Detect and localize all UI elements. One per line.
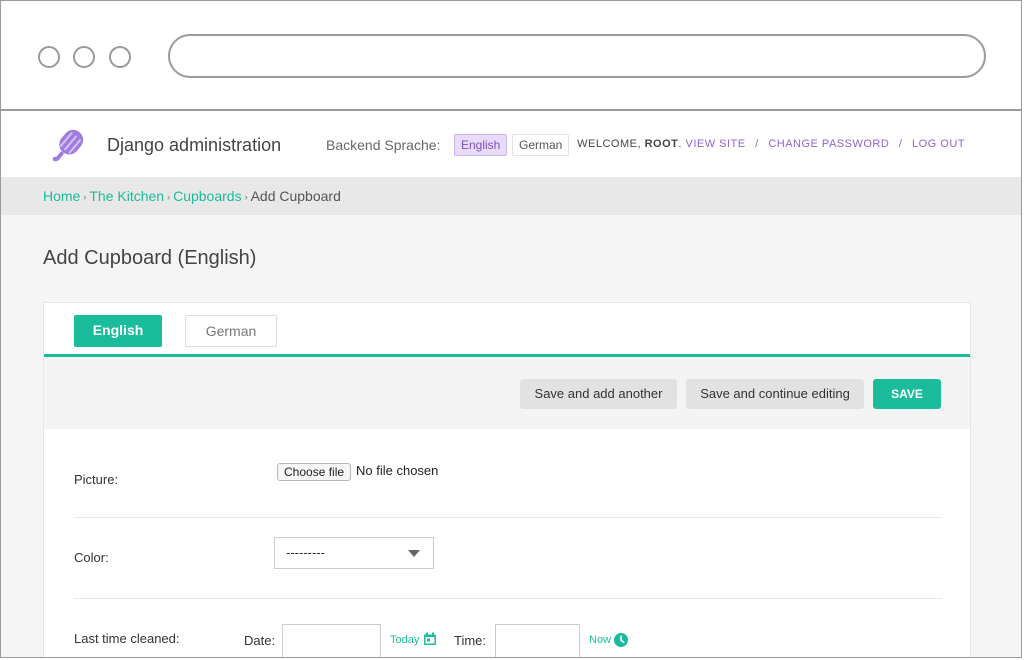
today-link-label: Today (390, 634, 420, 646)
breadcrumb-app[interactable]: The Kitchen (89, 188, 164, 204)
welcome-text: WELCOME, (577, 138, 642, 150)
username: ROOT (644, 138, 679, 150)
breadcrumb-separator-icon: › (167, 192, 171, 202)
popsicle-logo-icon (52, 129, 84, 162)
browser-window: Django administration Backend Sprache: E… (0, 0, 1022, 658)
backend-language-german[interactable]: German (512, 134, 570, 156)
page-title: Add Cupboard (English) (43, 247, 257, 269)
last-cleaned-label: Last time cleaned: (74, 631, 180, 646)
user-tools: WELCOME, ROOT. VIEW SITE / CHANGE PASSWO… (577, 138, 965, 150)
backend-language-english[interactable]: English (454, 134, 508, 156)
breadcrumb-model[interactable]: Cupboards (173, 188, 242, 204)
window-maximize-button[interactable] (109, 46, 131, 68)
breadcrumb-home[interactable]: Home (43, 188, 80, 204)
site-brand[interactable]: Django administration (107, 135, 281, 156)
admin-header: Django administration Backend Sprache: E… (1, 111, 1021, 177)
form-row-last-cleaned: Last time cleaned: Date: Today Time: Now (74, 303, 942, 657)
now-link-label: Now (589, 634, 612, 646)
date-label: Date: (244, 633, 276, 648)
now-link[interactable]: Now (589, 634, 611, 646)
view-site-link[interactable]: VIEW SITE (686, 138, 746, 150)
calendar-icon[interactable] (423, 632, 437, 646)
breadcrumb-current: Add Cupboard (250, 188, 341, 204)
time-input[interactable] (495, 624, 580, 657)
separator: / (898, 138, 903, 150)
address-bar[interactable] (168, 34, 986, 78)
breadcrumb: Home › The Kitchen › Cupboards › Add Cupboard (1, 177, 1021, 215)
time-label: Time: (454, 633, 487, 648)
window-minimize-button[interactable] (73, 46, 95, 68)
log-out-link[interactable]: LOG OUT (912, 138, 965, 150)
backend-language-label: Backend Sprache: (326, 137, 441, 153)
change-form: English German Save and add another Save… (43, 302, 971, 657)
breadcrumb-separator-icon: › (244, 192, 248, 202)
separator: / (755, 138, 759, 150)
today-link[interactable]: Today (390, 634, 419, 646)
browser-chrome (1, 1, 1021, 111)
clock-icon[interactable] (614, 633, 628, 647)
window-close-button[interactable] (38, 46, 60, 68)
change-password-link[interactable]: CHANGE PASSWORD (768, 138, 889, 150)
breadcrumb-separator-icon: › (83, 192, 87, 202)
date-input[interactable] (282, 624, 381, 657)
